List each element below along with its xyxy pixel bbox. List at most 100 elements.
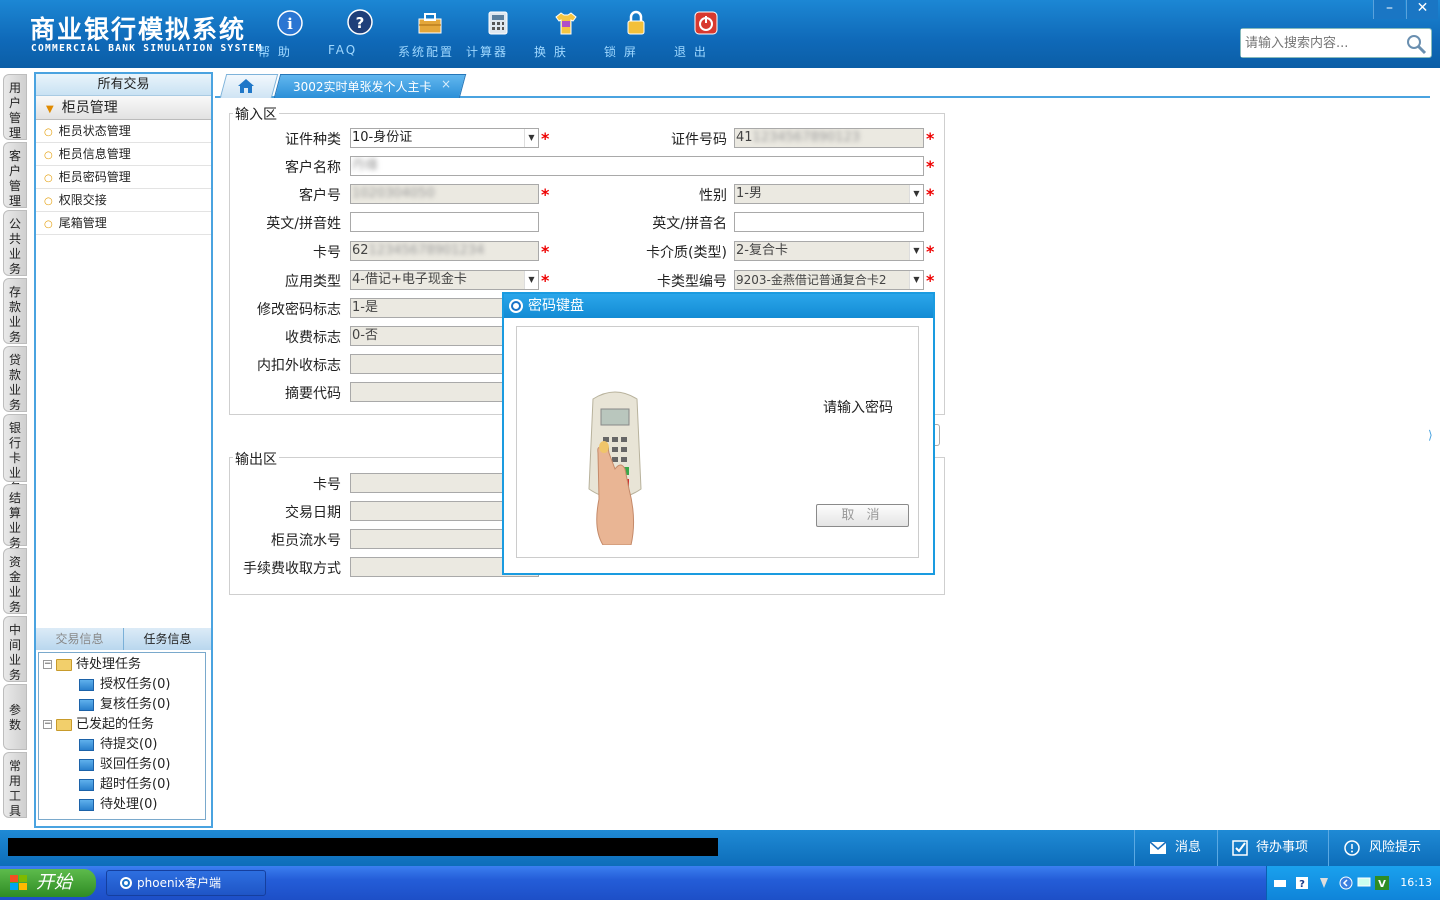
tree-node-rejected[interactable]: 驳回任务(0) bbox=[43, 755, 201, 775]
customer-name-label: 客户名称 bbox=[285, 160, 341, 176]
search-icon[interactable] bbox=[1405, 33, 1427, 55]
teller-seq-label: 柜员流水号 bbox=[271, 533, 341, 549]
document-tabs: 3002实时单张发个人主卡 × bbox=[215, 72, 1430, 98]
risk-alert-button[interactable]: 风险提示 bbox=[1328, 830, 1440, 866]
gender-select[interactable]: 1-男 ▼ bbox=[734, 184, 924, 204]
id-type-select[interactable]: 10-身份证 ▼ bbox=[350, 128, 539, 148]
system-config-button[interactable]: 系统配置 bbox=[398, 6, 462, 62]
shirt-icon bbox=[555, 12, 577, 35]
vtab-settlement[interactable]: 结算业务 bbox=[3, 484, 27, 550]
menu-item-teller-info[interactable]: ○ 柜员信息管理 bbox=[36, 143, 211, 166]
cancel-button[interactable]: 取 消 bbox=[816, 504, 909, 527]
tree-node-review-task[interactable]: 复核任务(0) bbox=[43, 695, 201, 715]
tree-node-pending[interactable]: − 待处理任务 bbox=[43, 655, 201, 675]
menu-item-tail-box[interactable]: ○ 尾箱管理 bbox=[36, 212, 211, 235]
folder-icon bbox=[56, 718, 72, 731]
out-card-no-label: 卡号 bbox=[313, 477, 341, 493]
gender-label: 性别 bbox=[699, 188, 727, 204]
vtab-params[interactable]: 参数 bbox=[3, 684, 27, 750]
en-name-field[interactable] bbox=[734, 212, 924, 232]
ime-icon[interactable]: V bbox=[1375, 876, 1389, 890]
right-collapse-icon[interactable]: ⟩ bbox=[1428, 428, 1440, 468]
card-type-no-select[interactable]: 9203-金燕借记普通复合卡2 ▼ bbox=[734, 270, 924, 290]
vtab-public-business[interactable]: 公共业务 bbox=[3, 210, 27, 276]
transaction-panel: 所有交易 ▼ 柜员管理 ○ 柜员状态管理 ○ 柜员信息管理 ○ 柜员密码管理 ○ 权限交接… bbox=[34, 72, 213, 828]
vtab-bank-card[interactable]: 银行卡业务 bbox=[3, 414, 27, 495]
card-no-field[interactable]: 6212345678901234 bbox=[350, 241, 539, 261]
tx-date-label: 交易日期 bbox=[285, 505, 341, 521]
todo-button[interactable]: 待办事项 bbox=[1217, 830, 1325, 866]
windows-logo-icon bbox=[10, 875, 27, 890]
window-minimize-button[interactable]: – bbox=[1373, 0, 1405, 19]
tree-node-initiated[interactable]: − 已发起的任务 bbox=[43, 715, 201, 735]
start-button[interactable]: 开始 bbox=[0, 869, 96, 897]
app-type-select[interactable]: 4-借记+电子现金卡 ▼ bbox=[350, 270, 539, 290]
network-icon[interactable] bbox=[1317, 876, 1331, 890]
id-type-label: 证件种类 bbox=[285, 132, 341, 148]
app-header: 商业银行模拟系统 COMMERCIAL BANK SIMULATION SYST… bbox=[0, 0, 1440, 68]
help-button[interactable]: i 帮 助 bbox=[258, 6, 322, 62]
svg-text:?: ? bbox=[356, 14, 365, 32]
folder-icon bbox=[56, 658, 72, 671]
en-surname-field[interactable] bbox=[350, 212, 539, 232]
task-icon bbox=[79, 698, 94, 711]
tree-node-auth-task[interactable]: 授权任务(0) bbox=[43, 675, 201, 695]
tree-node-to-process[interactable]: 待处理(0) bbox=[43, 795, 201, 815]
tab-close-icon[interactable]: × bbox=[441, 77, 451, 91]
bullet-icon: ○ bbox=[44, 150, 53, 161]
tab-transaction-info[interactable]: 交易信息 bbox=[36, 628, 123, 650]
exit-button[interactable]: 退 出 bbox=[674, 6, 738, 62]
home-icon[interactable] bbox=[237, 78, 255, 94]
en-name-label: 英文/拼音名 bbox=[652, 216, 727, 232]
customer-no-label: 客户号 bbox=[299, 188, 341, 204]
calculator-button[interactable]: 计算器 bbox=[466, 6, 530, 62]
vtab-intermediary[interactable]: 中间业务 bbox=[3, 616, 27, 682]
messages-button[interactable]: 消息 bbox=[1134, 830, 1214, 866]
window-close-button[interactable]: ✕ bbox=[1406, 0, 1438, 19]
dropdown-arrow-icon: ▼ bbox=[524, 129, 538, 147]
keyboard-icon[interactable] bbox=[1273, 876, 1287, 890]
menu-item-permission-handover[interactable]: ○ 权限交接 bbox=[36, 189, 211, 212]
os-taskbar: 开始 phoenix客户端 ? V 16:13 bbox=[0, 866, 1440, 900]
vtab-loan[interactable]: 贷款业务 bbox=[3, 346, 27, 412]
app-type-label: 应用类型 bbox=[285, 274, 341, 290]
dropdown-arrow-icon: ▼ bbox=[524, 271, 538, 289]
taskbar-item-phoenix[interactable]: phoenix客户端 bbox=[106, 870, 266, 896]
help-tray-icon[interactable]: ? bbox=[1295, 876, 1309, 890]
collapse-icon[interactable]: − bbox=[43, 720, 52, 729]
all-transactions-header[interactable]: 所有交易 bbox=[36, 74, 211, 96]
teller-mgmt-group[interactable]: ▼ 柜员管理 bbox=[36, 96, 211, 120]
customer-no-field[interactable]: 1020304050 bbox=[350, 184, 539, 204]
dropdown-arrow-icon: ▼ bbox=[909, 271, 923, 289]
dialog-title: 密码键盘 bbox=[504, 294, 933, 318]
search-input[interactable] bbox=[1241, 29, 1401, 57]
vtab-common-tools[interactable]: 常用工具 bbox=[3, 752, 27, 818]
change-skin-button[interactable]: 换 肤 bbox=[534, 6, 598, 62]
tree-node-timeout[interactable]: 超时任务(0) bbox=[43, 775, 201, 795]
svg-text:i: i bbox=[287, 15, 293, 33]
display-icon[interactable] bbox=[1357, 876, 1371, 890]
fee-method-label: 手续费收取方式 bbox=[243, 561, 341, 577]
id-number-field[interactable]: 411234567890123 bbox=[734, 128, 924, 148]
customer-name-field[interactable]: 丹缘 bbox=[350, 156, 924, 176]
required-mark: * bbox=[926, 129, 935, 148]
vtab-user-mgmt[interactable]: 用户管理 bbox=[3, 74, 27, 140]
collapse-icon[interactable]: − bbox=[43, 660, 52, 669]
task-icon bbox=[79, 758, 94, 771]
collapse-tray-icon[interactable] bbox=[1339, 876, 1353, 890]
menu-item-teller-status[interactable]: ○ 柜员状态管理 bbox=[36, 120, 211, 143]
faq-button[interactable]: ? FAQ bbox=[328, 6, 392, 62]
tab-task-info[interactable]: 任务信息 bbox=[123, 628, 211, 650]
vtab-funds[interactable]: 资金业务 bbox=[3, 548, 27, 614]
envelope-icon bbox=[1149, 840, 1167, 854]
menu-item-teller-password[interactable]: ○ 柜员密码管理 bbox=[36, 166, 211, 189]
password-keypad-dialog: 密码键盘 请输入密码 取 消 bbox=[502, 292, 935, 575]
card-type-no-label: 卡类型编号 bbox=[657, 274, 727, 290]
vtab-deposit[interactable]: 存款业务 bbox=[3, 278, 27, 344]
app-title: 商业银行模拟系统 bbox=[30, 15, 247, 44]
vtab-customer-mgmt[interactable]: 客户管理 bbox=[3, 142, 27, 208]
tree-node-to-submit[interactable]: 待提交(0) bbox=[43, 735, 201, 755]
card-medium-select[interactable]: 2-复合卡 ▼ bbox=[734, 241, 924, 261]
lock-screen-button[interactable]: 锁 屏 bbox=[604, 6, 668, 62]
checkbox-icon bbox=[1232, 839, 1248, 856]
